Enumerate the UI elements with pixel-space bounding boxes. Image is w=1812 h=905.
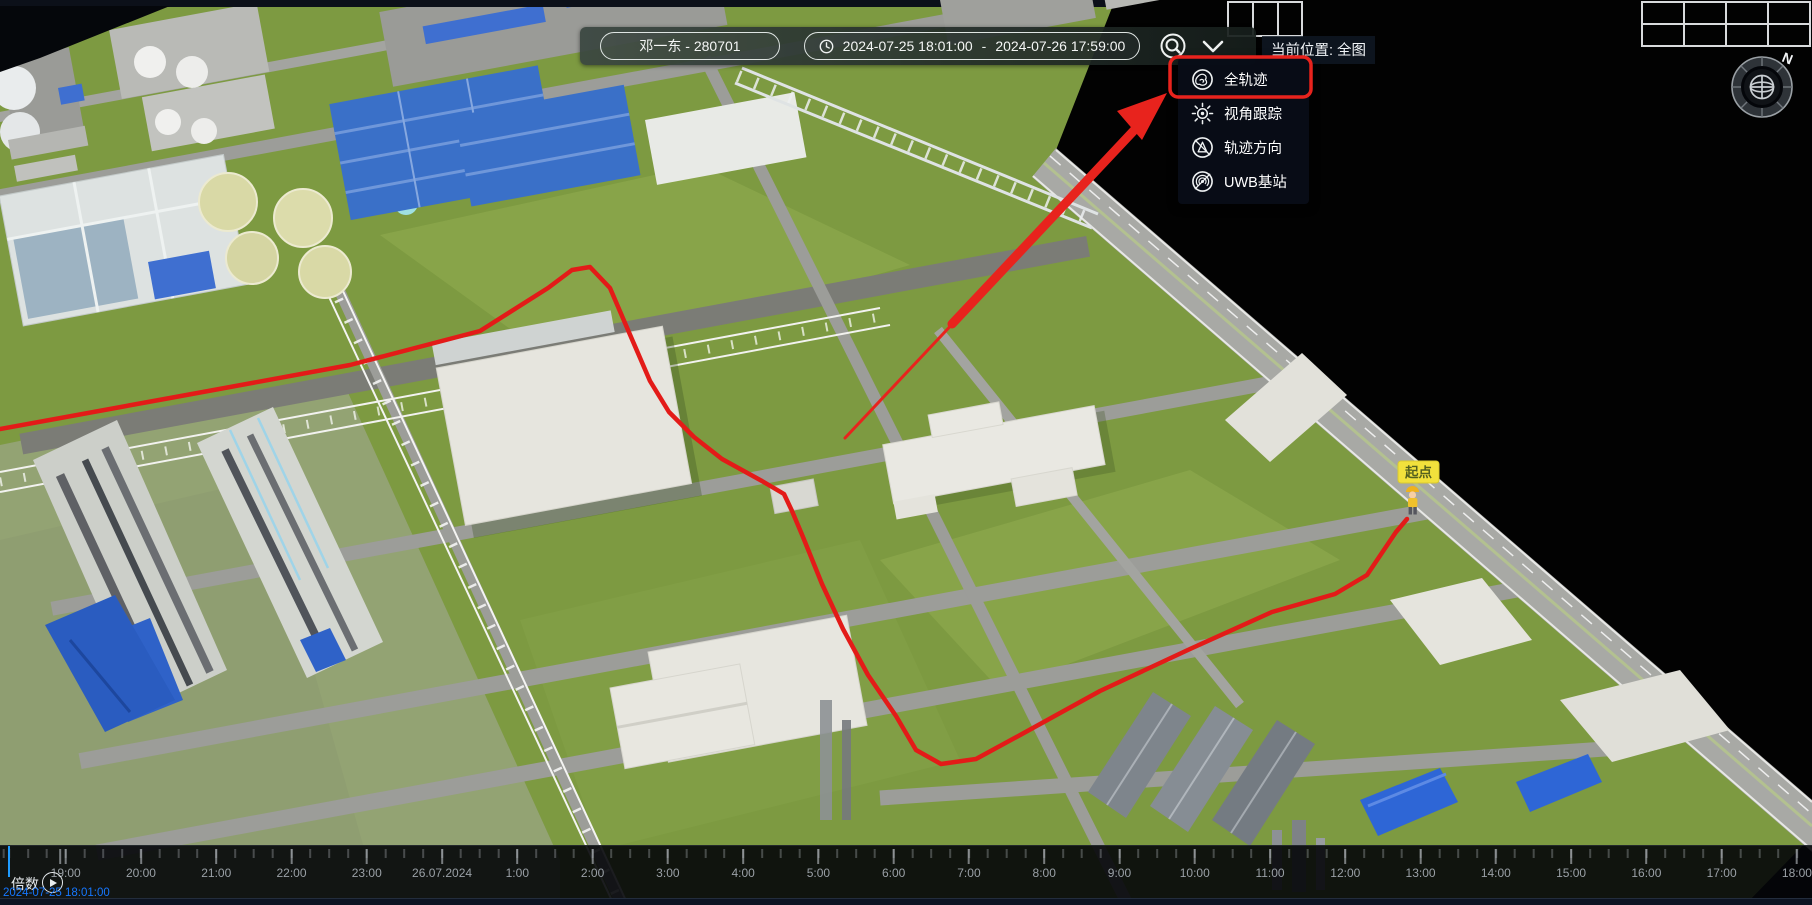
person-selector[interactable]: 邓一东 - 280701 <box>600 32 780 60</box>
timeline-minor-ticks <box>0 849 1812 858</box>
menu-item-view-tracking[interactable]: 视角跟踪 <box>1178 96 1309 130</box>
timeline-label: 2:00 <box>581 866 604 880</box>
menu-item-label: 轨迹方向 <box>1224 137 1282 158</box>
timeline-label: 21:00 <box>201 866 231 880</box>
globe-crosshair-icon <box>1751 76 1774 99</box>
time-start: 2024-07-25 18:01:00 <box>843 38 973 54</box>
chevron-down-icon[interactable] <box>1200 33 1226 59</box>
full-trajectory-icon <box>1191 68 1214 91</box>
timeline-label: 3:00 <box>656 866 679 880</box>
timeline-label: 1:00 <box>506 866 529 880</box>
compass-control[interactable]: N <box>1729 47 1799 119</box>
timeline-label: 6:00 <box>882 866 905 880</box>
timeline-label: 22:00 <box>276 866 306 880</box>
time-range-picker[interactable]: 2024-07-25 18:01:00 - 2024-07-26 17:59:0… <box>804 32 1140 60</box>
timeline-label: 8:00 <box>1033 866 1056 880</box>
start-marker-label: 起点 <box>1404 464 1433 480</box>
person-label: 邓一东 - 280701 <box>639 36 740 56</box>
view-tracking-icon <box>1191 102 1214 125</box>
trajectory-direction-icon <box>1191 136 1214 159</box>
timeline-label: 23:00 <box>352 866 382 880</box>
layer-dropdown-menu: 全轨迹 视角跟踪 轨迹方向 <box>1178 58 1309 204</box>
app-window: 起点 邓一东 - 280701 2024-07-25 18:01:00 - 20… <box>0 0 1812 905</box>
timeline-label: 14:00 <box>1481 866 1511 880</box>
menu-item-full-trajectory[interactable]: 全轨迹 <box>1178 62 1309 96</box>
timeline-label: 20:00 <box>126 866 156 880</box>
timeline-label: 10:00 <box>1180 866 1210 880</box>
timeline-label: 26.07.2024 <box>412 866 472 880</box>
menu-item-uwb-station[interactable]: UWB基站 <box>1178 164 1309 198</box>
timeline-label: 11:00 <box>1255 866 1284 880</box>
timeline-label: 18:00 <box>1782 866 1812 880</box>
menu-item-label: UWB基站 <box>1224 171 1287 192</box>
timeline-label: 16:00 <box>1631 866 1661 880</box>
menu-item-label: 全轨迹 <box>1224 69 1268 90</box>
uwb-station-icon <box>1191 170 1214 193</box>
timeline-bar[interactable]: 19:0020:0021:0022:0023:0026.07.20241:002… <box>0 845 1812 905</box>
time-end: 2024-07-26 17:59:00 <box>995 38 1125 54</box>
time-separator: - <box>982 38 987 54</box>
timeline-label: 17:00 <box>1707 866 1737 880</box>
timeline-label: 9:00 <box>1108 866 1131 880</box>
timeline-label: 5:00 <box>807 866 830 880</box>
timeline-footer-strip <box>0 898 1812 905</box>
play-icon <box>50 879 57 887</box>
toolbar: 邓一东 - 280701 2024-07-25 18:01:00 - 2024-… <box>580 27 1256 65</box>
menu-item-label: 视角跟踪 <box>1224 103 1282 124</box>
locate-target-icon[interactable] <box>1158 31 1188 61</box>
timeline-label: 7:00 <box>957 866 980 880</box>
timeline-label: 13:00 <box>1406 866 1436 880</box>
map-3d-scene[interactable]: 起点 <box>0 0 1812 905</box>
menu-item-trajectory-direction[interactable]: 轨迹方向 <box>1178 130 1309 164</box>
timeline-playhead[interactable] <box>8 846 10 877</box>
timeline-label: 12:00 <box>1330 866 1360 880</box>
clock-icon <box>819 39 834 54</box>
timeline-label: 4:00 <box>731 866 754 880</box>
timeline-label: 15:00 <box>1556 866 1586 880</box>
